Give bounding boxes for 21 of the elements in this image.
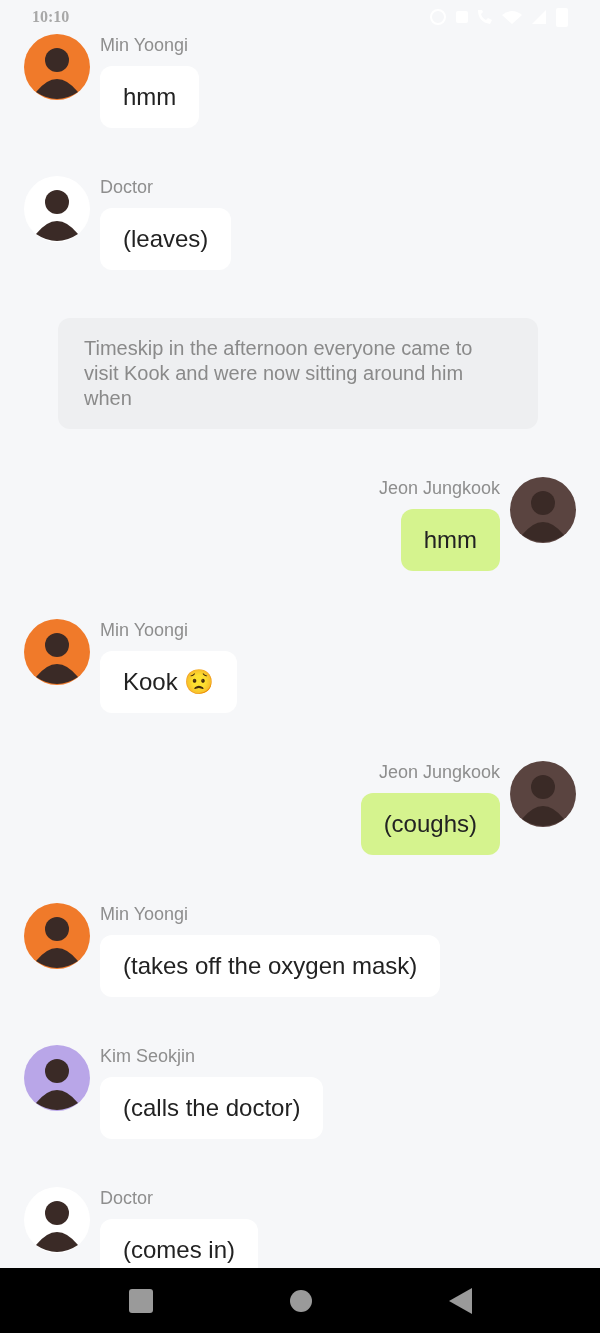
message-bubble: Kook 😟 <box>100 651 238 713</box>
recents-icon[interactable] <box>128 1288 153 1313</box>
sender-name: Min Yoongi <box>100 619 189 641</box>
message-bubble: (comes in) <box>100 1219 259 1268</box>
home-icon[interactable] <box>289 1289 312 1312</box>
sender-name: Doctor <box>100 176 153 198</box>
sender-name: Jeon Jungkook <box>378 761 500 783</box>
message-bubble: hmm <box>400 509 500 571</box>
narration-box: Timeskip in the afternoon everyone came to visit Kook and were now sitting around him when <box>58 318 538 429</box>
sender-name: Jeon Jungkook <box>378 477 500 499</box>
sender-name: Doctor <box>100 1187 153 1209</box>
back-icon[interactable] <box>448 1287 472 1314</box>
status-time: 10:10 <box>32 8 70 26</box>
message-bubble: (leaves) <box>100 208 232 270</box>
sender-name: Min Yoongi <box>100 903 189 925</box>
message-bubble: (coughs) <box>360 793 500 855</box>
sender-name: Min Yoongi <box>100 34 189 56</box>
message-bubble: (calls the doctor) <box>100 1077 324 1139</box>
sender-name: Kim Seokjin <box>100 1045 196 1067</box>
message-bubble: hmm <box>100 66 200 128</box>
message-bubble: (takes off the oxygen mask) <box>100 935 441 997</box>
